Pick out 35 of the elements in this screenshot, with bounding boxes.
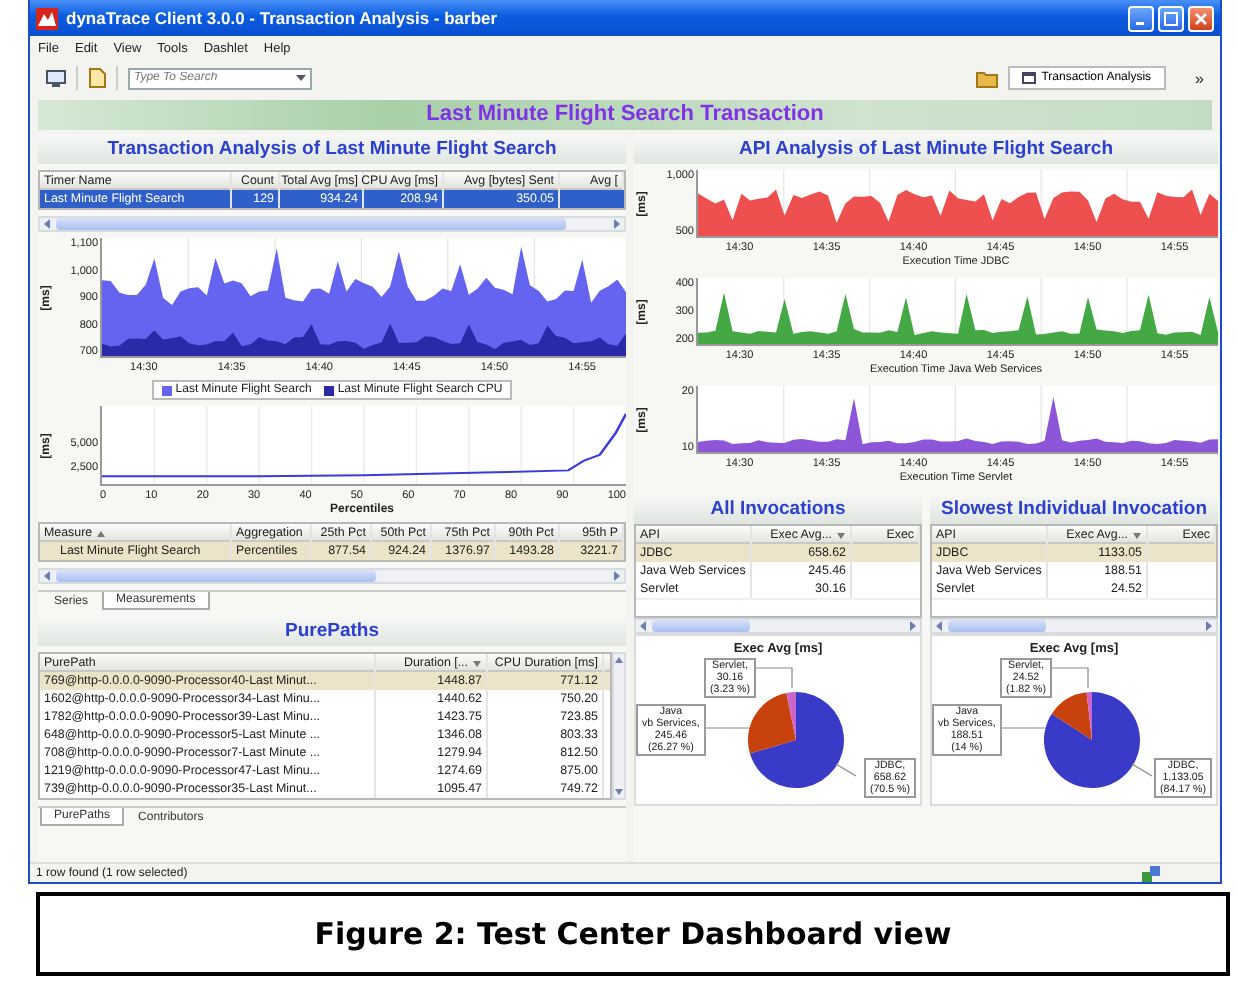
scroll-right-icon[interactable]	[610, 570, 622, 582]
leader-line	[1131, 763, 1153, 777]
section-header: Transaction Analysis of Last Minute Flight Search	[38, 134, 626, 164]
scroll-left-icon[interactable]	[42, 218, 54, 230]
scroll-right-icon[interactable]	[610, 218, 622, 230]
scroll-left-icon[interactable]	[42, 570, 54, 582]
leader-line	[755, 667, 793, 689]
status-icon	[1142, 865, 1160, 881]
folder-icon[interactable]	[975, 69, 998, 87]
sort-up-icon	[96, 529, 107, 537]
overflow-button[interactable]: »	[1195, 69, 1204, 87]
maximize-button[interactable]	[1158, 5, 1184, 31]
dashboard-title: Last Minute Flight Search Transaction	[38, 100, 1212, 130]
section-header: API Analysis of Last Minute Flight Search	[634, 134, 1218, 164]
caret-icon	[294, 72, 308, 84]
sort-down-icon	[1132, 531, 1142, 539]
window-title: dynaTrace Client 3.0.0 - Transaction Analysis - barber	[66, 8, 498, 28]
maximize-icon	[1164, 11, 1178, 25]
monitor-icon[interactable]	[46, 69, 66, 87]
leader-line	[835, 763, 857, 777]
app-logo-icon	[36, 7, 58, 29]
section-header: PurePaths	[38, 616, 626, 646]
scroll-down-icon[interactable]	[614, 788, 624, 796]
leader-line	[1051, 667, 1089, 689]
document-icon[interactable]	[88, 68, 106, 88]
minimize-button[interactable]	[1128, 5, 1154, 31]
close-icon	[1194, 11, 1208, 25]
figure-caption: Figure 2: Test Center Dashboard view	[314, 916, 952, 952]
close-button[interactable]	[1188, 5, 1214, 31]
scroll-up-icon[interactable]	[614, 656, 624, 664]
sort-down-icon	[836, 531, 846, 539]
sort-down-icon	[472, 659, 482, 667]
window-icon	[1021, 72, 1036, 84]
section-header: All Invocations	[634, 494, 922, 524]
section-header: Slowest Individual Invocation	[930, 494, 1218, 524]
